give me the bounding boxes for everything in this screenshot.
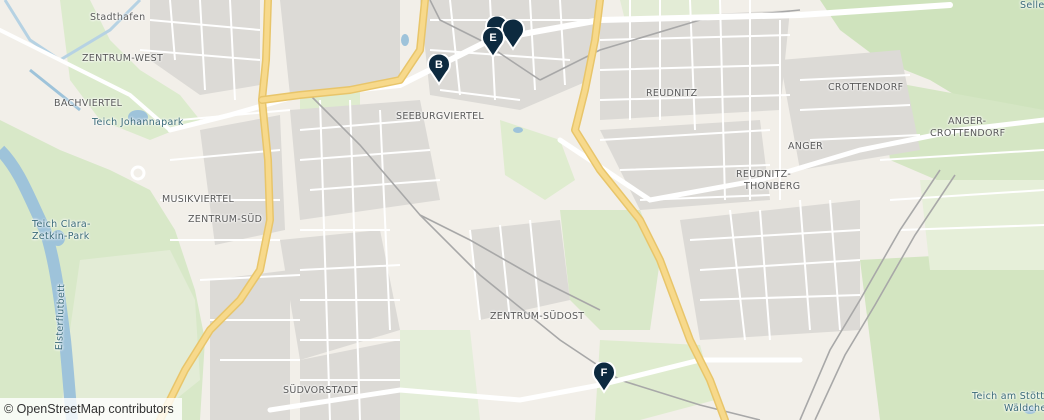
district-label-reudnitz-thonberg-1: REUDNITZ- (736, 169, 792, 180)
map-attribution[interactable]: © OpenStreetMap contributors (0, 398, 182, 420)
district-label-anger: ANGER (788, 141, 824, 152)
district-label-anger-crottendorf-2: CROTTENDORF (930, 128, 1006, 139)
district-label-musikviertel: MUSIKVIERTEL (162, 194, 235, 205)
district-label-zentrum-west: ZENTRUM-WEST (82, 53, 164, 64)
water-label-teich-stoett-2: Wäldche (1004, 403, 1044, 414)
map-marker-e[interactable]: E (480, 27, 506, 59)
map-marker-f[interactable]: F (591, 362, 617, 394)
marker-label: F (600, 367, 608, 379)
water-label-teich-clara-1: Teich Clara- (32, 219, 91, 230)
water-label-teich-johannapark: Teich Johannapark (92, 117, 184, 128)
marker-label: B (435, 59, 443, 71)
water-label-flutbett: Elsterflutbett (54, 283, 68, 351)
marker-label: E (489, 32, 497, 44)
district-label-crottendorf: CROTTENDORF (828, 82, 904, 93)
map-view[interactable]: Stadthafen ZENTRUM-WEST BACHVIERTEL SEEB… (0, 0, 1044, 420)
district-label-anger-crottendorf-1: ANGER- (948, 116, 987, 127)
water-label-teich-stoett-1: Teich am Stött (972, 391, 1044, 402)
district-label-reudnitz-thonberg-2: THONBERG (744, 181, 801, 192)
district-label-bachviertel: BACHVIERTEL (54, 98, 123, 109)
place-label-selle: Selle (1020, 0, 1044, 11)
map-marker-b[interactable]: B (426, 54, 452, 86)
water-label-teich-clara-2: Zetkin-Park (32, 231, 90, 242)
roundabout (130, 165, 146, 181)
district-label-suedvorstadt: SÜDVORSTADT (283, 385, 358, 396)
district-label-zentrum-suedost: ZENTRUM-SÜDOST (490, 311, 585, 322)
district-label-seeburgviertel: SEEBURGVIERTEL (396, 111, 484, 122)
district-label-reudnitz: REUDNITZ (646, 88, 698, 99)
district-label-zentrum-sued: ZENTRUM-SÜD (188, 214, 263, 225)
district-label-stadthafen: Stadthafen (90, 12, 146, 23)
